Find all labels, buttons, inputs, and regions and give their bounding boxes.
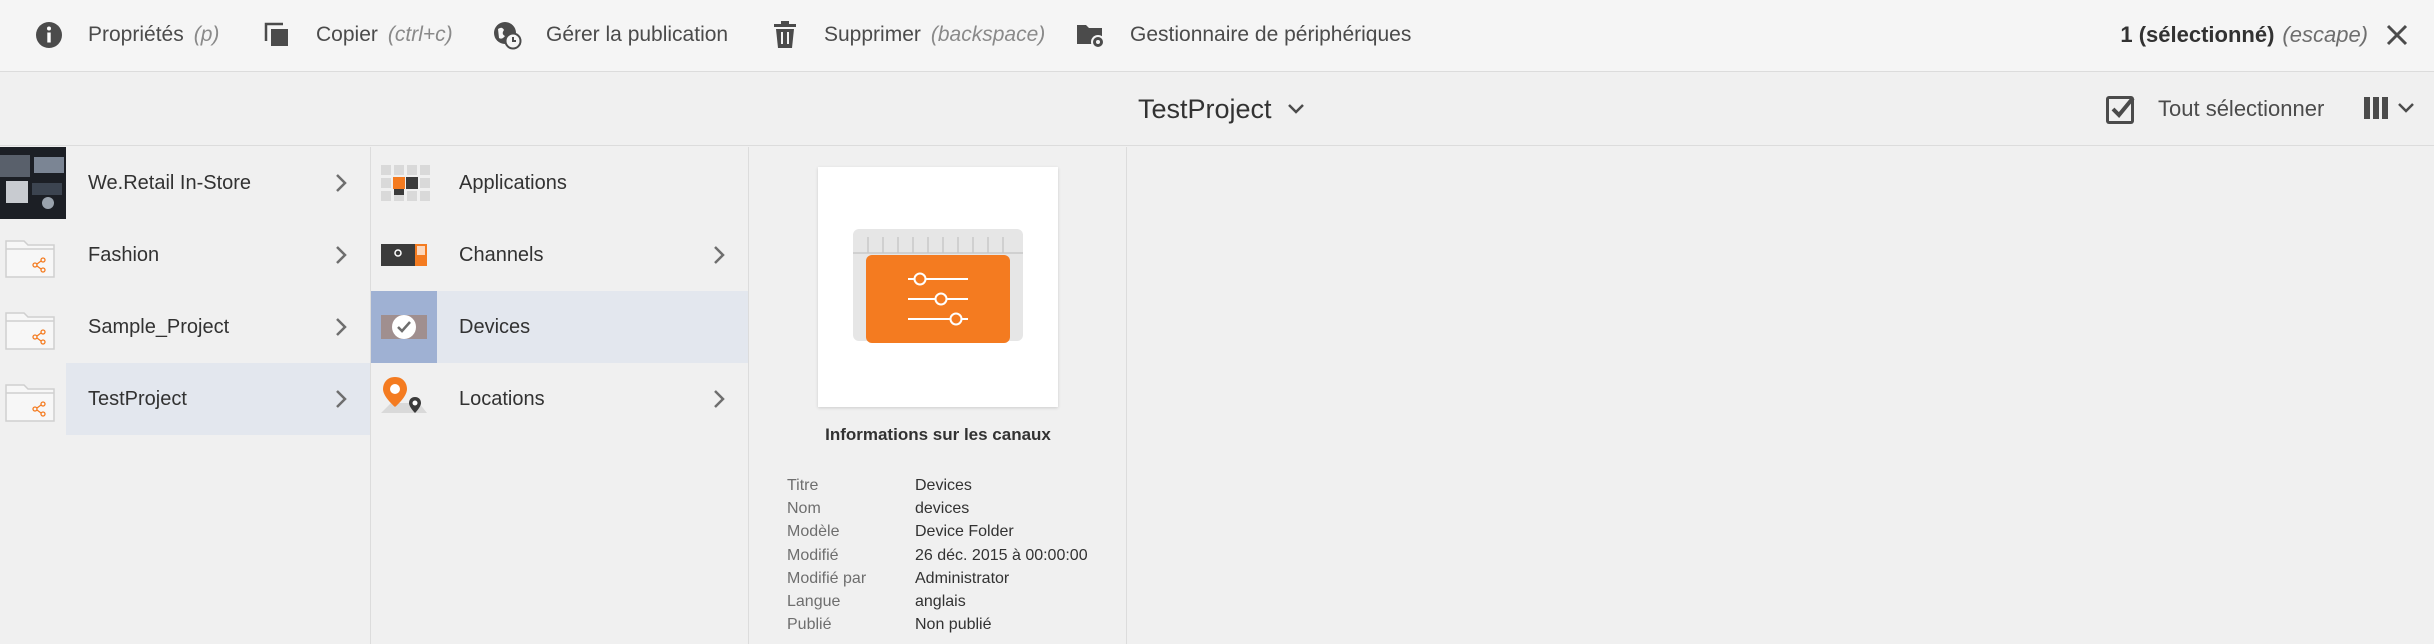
copy-label: Copier <box>316 23 378 46</box>
copy-button[interactable]: Copier (ctrl+c) <box>262 0 453 70</box>
metadata-key: Publié <box>787 616 832 634</box>
selection-escape-hint: (escape) <box>2282 22 2368 47</box>
list-item[interactable]: Fashion <box>0 219 370 291</box>
copy-shortcut: (ctrl+c) <box>387 23 453 46</box>
select-all-button[interactable]: Tout sélectionner <box>2104 72 2324 146</box>
list-item-label: Devices <box>459 315 531 338</box>
delete-label: Supprimer <box>824 23 921 46</box>
thumbnail-image <box>0 147 66 219</box>
preview-card <box>818 167 1058 407</box>
list-item-label: Applications <box>459 171 567 194</box>
delete-button[interactable]: Supprimer (backspace) <box>770 0 1045 70</box>
metadata-value: devices <box>915 499 970 517</box>
folder-icon <box>0 363 66 435</box>
metadata-key: Titre <box>787 476 819 494</box>
devices-selected-icon <box>371 291 437 363</box>
globe-clock-icon <box>494 22 522 50</box>
list-item-label: We.Retail In-Store <box>88 171 252 194</box>
list-item[interactable]: Locations <box>371 363 748 435</box>
list-item-label: Sample_Project <box>88 315 230 338</box>
metadata-row: Nom devices <box>787 497 1088 520</box>
trash-icon <box>774 21 796 48</box>
metadata-key: Modifié par <box>787 569 867 587</box>
locations-icon <box>371 363 437 435</box>
device-manager-label: Gestionnaire de périphériques <box>1130 23 1412 46</box>
chevron-right-icon <box>336 318 347 336</box>
list-item-active[interactable]: TestProject <box>0 363 370 435</box>
column-view-icon <box>2364 97 2388 119</box>
list-item-label: Channels <box>459 243 544 266</box>
selection-count-text: 1 (sélectionné) <box>2120 22 2275 47</box>
properties-label: Propriétés <box>88 23 184 46</box>
list-item[interactable]: Sample_Project <box>0 291 370 363</box>
select-all-label: Tout sélectionner <box>2158 96 2325 121</box>
applications-icon <box>371 147 437 219</box>
metadata-value: anglais <box>915 593 966 611</box>
folder-gear-icon <box>1077 25 1105 49</box>
column-projects: We.Retail In-Store Fashion Sample_Projec… <box>0 147 371 644</box>
selection-count: 1 (sélectionné) (escape) <box>2120 0 2368 70</box>
metadata-row: Modèle Device Folder <box>787 521 1088 544</box>
chevron-right-icon <box>336 246 347 264</box>
chevron-right-icon <box>714 390 725 408</box>
manage-publication-button[interactable]: Gérer la publication <box>492 0 728 70</box>
channels-icon <box>371 219 437 291</box>
metadata-value: Administrator <box>915 569 1010 587</box>
chevron-down-icon <box>1287 104 1304 114</box>
device-folder-preview-icon <box>853 229 1023 343</box>
folder-icon <box>0 291 66 363</box>
copy-icon <box>264 22 288 46</box>
list-item-label: Locations <box>459 387 545 410</box>
action-bar: Propriétés (p) Copier (ctrl+c) Gérer la … <box>0 0 2434 72</box>
list-item-selected[interactable]: Devices <box>371 291 748 363</box>
metadata-value: Device Folder <box>915 523 1014 541</box>
metadata-row: Publié Non publié <box>787 614 1088 637</box>
close-icon[interactable] <box>2382 20 2412 50</box>
metadata-value: Non publié <box>915 616 992 634</box>
list-item-label: Fashion <box>88 243 160 266</box>
metadata-row: Modifié par Administrator <box>787 567 1088 590</box>
chevron-down-icon <box>2398 103 2414 113</box>
metadata-key: Nom <box>787 499 821 517</box>
properties-shortcut: (p) <box>193 23 220 46</box>
metadata-value: 26 déc. 2015 à 00:00:00 <box>915 546 1088 564</box>
chevron-right-icon <box>336 174 347 192</box>
list-item[interactable]: Channels <box>371 219 748 291</box>
page-title-text: TestProject <box>1138 93 1272 124</box>
list-item-label: TestProject <box>88 387 187 410</box>
metadata-row: Titre Devices <box>787 474 1088 497</box>
title-bar: TestProject Tout sélectionner <box>0 72 2434 146</box>
properties-button[interactable]: Propriétés (p) <box>34 0 219 70</box>
chevron-right-icon <box>336 390 347 408</box>
view-switcher[interactable] <box>2362 94 2416 122</box>
page-title[interactable]: TestProject <box>1138 72 1306 146</box>
metadata-value: Devices <box>915 476 972 494</box>
manage-publication-label: Gérer la publication <box>546 23 729 46</box>
preview-title: Informations sur les canaux <box>825 425 1051 444</box>
list-item[interactable]: Applications <box>371 147 748 219</box>
list-item[interactable]: We.Retail In-Store <box>0 147 370 219</box>
metadata-key: Modèle <box>787 523 840 541</box>
metadata-key: Modifié <box>787 546 839 564</box>
chevron-right-icon <box>714 246 725 264</box>
info-icon <box>36 22 62 48</box>
device-manager-button[interactable]: Gestionnaire de périphériques <box>1076 0 1411 70</box>
folder-icon <box>0 219 66 291</box>
metadata-key: Langue <box>787 593 841 611</box>
metadata-row: Modifié 26 déc. 2015 à 00:00:00 <box>787 544 1088 567</box>
column-project-children: Applications Channels Devices Locations <box>371 147 749 644</box>
checkbox-checked-icon <box>2106 96 2135 124</box>
delete-shortcut: (backspace) <box>930 23 1046 46</box>
metadata-list: Titre Devices Nom devices Modèle Device Fol… <box>787 474 1088 637</box>
metadata-row: Langue anglais <box>787 590 1088 613</box>
